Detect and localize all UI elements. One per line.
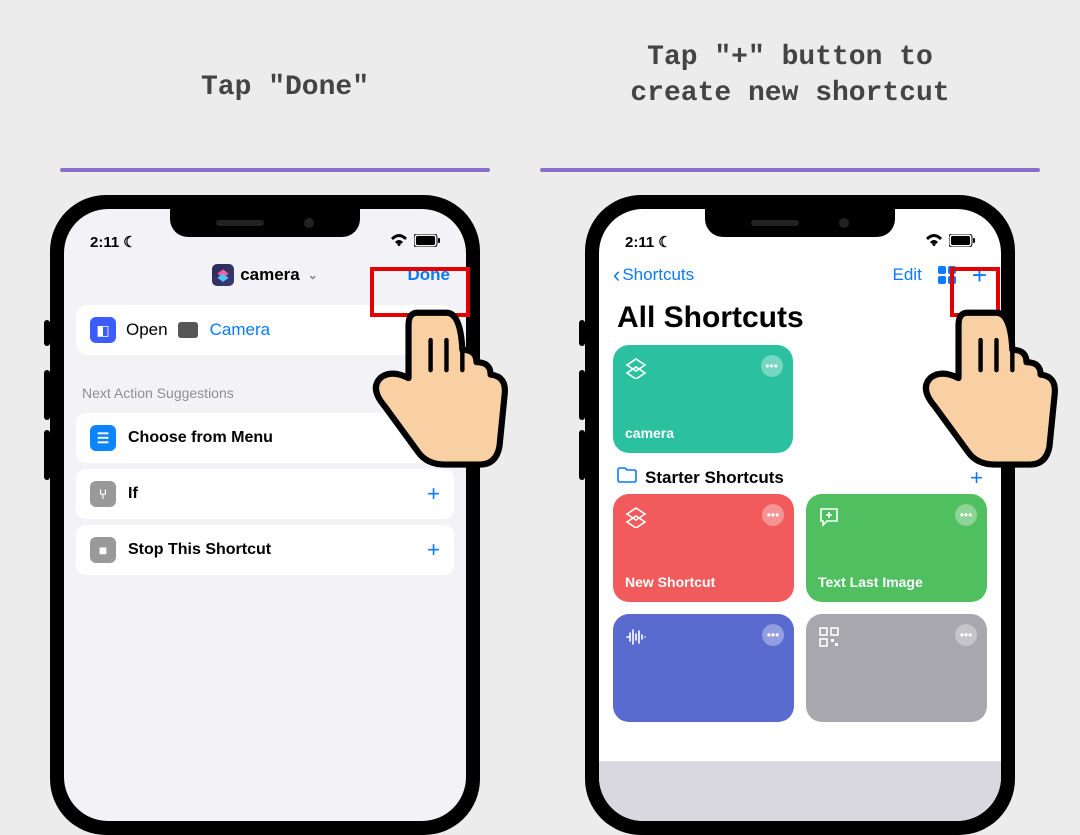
navbar: camera ⌄ Done xyxy=(64,253,466,297)
underline-left xyxy=(60,168,490,172)
shortcut-title[interactable]: camera ⌄ xyxy=(212,264,318,286)
done-button[interactable]: Done xyxy=(408,253,451,297)
grid-view-icon[interactable] xyxy=(938,266,956,284)
open-label: Open xyxy=(126,320,168,340)
chevron-down-icon: ⌄ xyxy=(308,268,318,282)
branch-icon: ⑂ xyxy=(90,481,116,507)
add-icon[interactable]: + xyxy=(427,481,440,507)
tile-new-shortcut[interactable]: ••• New Shortcut xyxy=(613,494,794,602)
more-icon[interactable]: ••• xyxy=(955,504,977,526)
notch xyxy=(170,209,360,237)
suggestion-if[interactable]: ⑂ If + xyxy=(76,469,454,519)
phone-button xyxy=(44,430,50,480)
message-plus-icon xyxy=(818,506,840,528)
back-button[interactable]: ‹ Shortcuts xyxy=(613,262,694,288)
layers-icon xyxy=(625,357,647,379)
folder-icon xyxy=(617,467,637,488)
folder-starter[interactable]: Starter Shortcuts + xyxy=(599,453,1001,494)
battery-icon xyxy=(949,234,975,251)
phone-button xyxy=(579,320,585,346)
add-icon[interactable]: + xyxy=(427,425,440,451)
phone-button xyxy=(44,320,50,346)
status-time: 2:11 xyxy=(625,234,654,251)
screen-left: 2:11 ☾ camera ⌄ Done xyxy=(64,209,466,821)
shortcuts-app-icon xyxy=(212,264,234,286)
waveform-icon xyxy=(625,626,647,648)
navbar: ‹ Shortcuts Edit + xyxy=(599,253,1001,297)
do-not-disturb-icon: ☾ xyxy=(658,233,671,251)
menu-icon: ☰ xyxy=(90,425,116,451)
status-time: 2:11 xyxy=(90,234,119,251)
caption-left: Tap "Done" xyxy=(90,70,480,106)
tile-indigo[interactable]: ••• xyxy=(613,614,794,722)
screen-right: 2:11 ☾ ‹ Shortcuts Edit + xyxy=(599,209,1001,821)
battery-icon xyxy=(414,234,440,251)
shortcut-name: camera xyxy=(240,265,300,285)
stop-icon: ■ xyxy=(90,537,116,563)
camera-app-icon xyxy=(178,322,198,338)
page-title: All Shortcuts xyxy=(599,297,1001,345)
wifi-icon xyxy=(390,233,408,251)
phone-button xyxy=(579,370,585,420)
notch xyxy=(705,209,895,237)
edit-button[interactable]: Edit xyxy=(893,265,922,285)
add-shortcut-button[interactable]: + xyxy=(972,260,987,291)
phone-button xyxy=(480,380,486,450)
layers-icon xyxy=(625,506,647,528)
chevron-left-icon: ‹ xyxy=(613,262,620,288)
wifi-icon xyxy=(925,233,943,251)
more-icon[interactable]: ••• xyxy=(761,355,783,377)
open-target[interactable]: Camera xyxy=(210,320,270,340)
phone-button xyxy=(44,370,50,420)
phone-button xyxy=(579,430,585,480)
more-icon[interactable]: ••• xyxy=(762,624,784,646)
suggestion-choose-menu[interactable]: ☰ Choose from Menu + xyxy=(76,413,454,463)
do-not-disturb-icon: ☾ xyxy=(123,233,136,251)
more-icon[interactable]: ••• xyxy=(955,624,977,646)
underline-right xyxy=(540,168,1040,172)
tile-gray[interactable]: ••• xyxy=(806,614,987,722)
tile-text-image[interactable]: ••• Text Last Image xyxy=(806,494,987,602)
tab-bar xyxy=(599,761,1001,821)
qr-icon xyxy=(818,626,840,648)
add-icon[interactable]: + xyxy=(970,465,983,491)
action-open-app[interactable]: ◧ Open Camera xyxy=(76,305,454,355)
caption-right: Tap "+" button tocreate new shortcut xyxy=(540,40,1040,113)
open-app-icon: ◧ xyxy=(90,317,116,343)
add-icon[interactable]: + xyxy=(427,537,440,563)
suggestion-stop[interactable]: ■ Stop This Shortcut + xyxy=(76,525,454,575)
more-icon[interactable]: ••• xyxy=(762,504,784,526)
phone-left: 2:11 ☾ camera ⌄ Done xyxy=(50,195,480,835)
phone-button xyxy=(1015,380,1021,450)
suggestions-header: Next Action Suggestions xyxy=(64,363,466,407)
phone-right: 2:11 ☾ ‹ Shortcuts Edit + xyxy=(585,195,1015,835)
tile-camera[interactable]: ••• camera xyxy=(613,345,793,453)
